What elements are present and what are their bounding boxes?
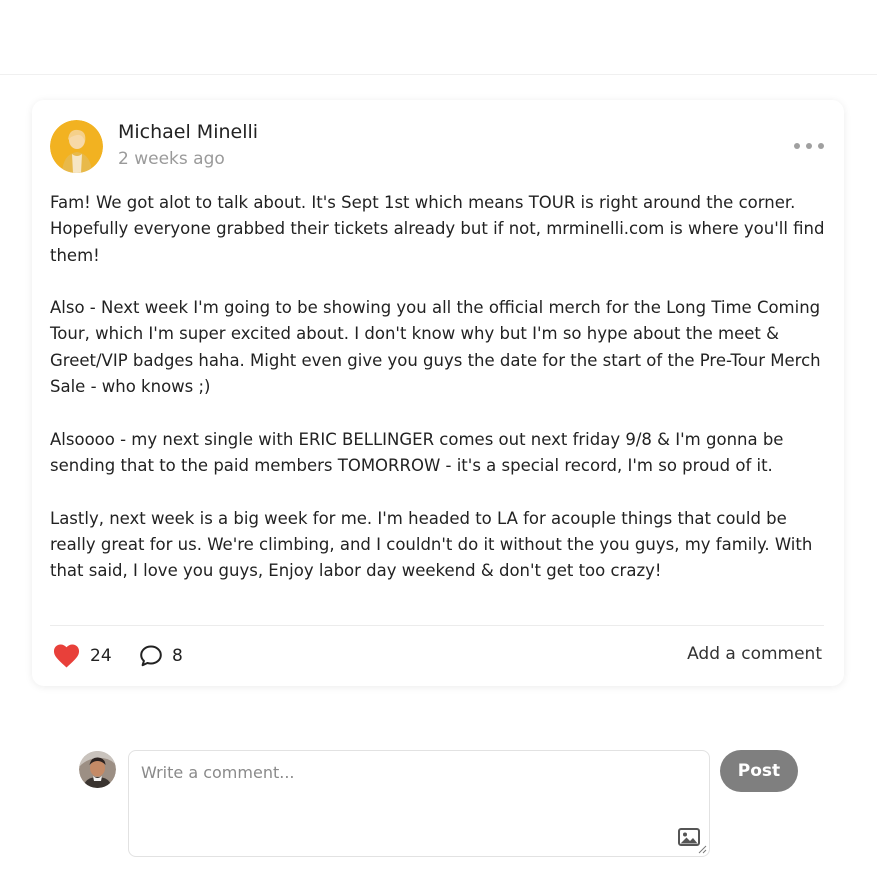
post-body: Fam! We got alot to talk about. It's Sep… xyxy=(50,190,830,584)
author-name[interactable]: Michael Minelli xyxy=(118,120,258,144)
comment-button[interactable]: 8 xyxy=(139,643,183,669)
attach-image-button[interactable] xyxy=(678,828,700,846)
resize-handle-icon[interactable] xyxy=(698,845,707,854)
like-button[interactable]: 24 xyxy=(53,643,112,669)
comment-count: 8 xyxy=(172,646,183,666)
image-icon xyxy=(678,828,700,846)
header-divider xyxy=(0,74,877,75)
post-paragraph: Fam! We got alot to talk about. It's Sep… xyxy=(50,193,825,265)
comment-input[interactable] xyxy=(129,751,709,856)
post-paragraph: Lastly, next week is a big week for me. … xyxy=(50,508,813,581)
add-comment-link[interactable]: Add a comment xyxy=(687,643,822,665)
heart-icon xyxy=(53,644,80,668)
post-paragraph: Alsoooo - my next single with ERIC BELLI… xyxy=(50,429,784,475)
post-timestamp: 2 weeks ago xyxy=(118,149,225,169)
comment-box xyxy=(128,750,710,857)
user-avatar[interactable] xyxy=(79,751,116,788)
post-paragraph: Also - Next week I'm going to be showing… xyxy=(50,298,821,397)
more-options-button[interactable] xyxy=(794,136,824,156)
post-card: Michael Minelli 2 weeks ago Fam! We got … xyxy=(32,100,844,686)
post-comment-button[interactable]: Post xyxy=(720,750,798,792)
more-horizontal-icon xyxy=(794,143,800,149)
author-avatar[interactable] xyxy=(50,120,103,173)
card-divider xyxy=(50,625,824,626)
like-count: 24 xyxy=(90,646,112,666)
comment-bubble-icon xyxy=(140,645,162,667)
